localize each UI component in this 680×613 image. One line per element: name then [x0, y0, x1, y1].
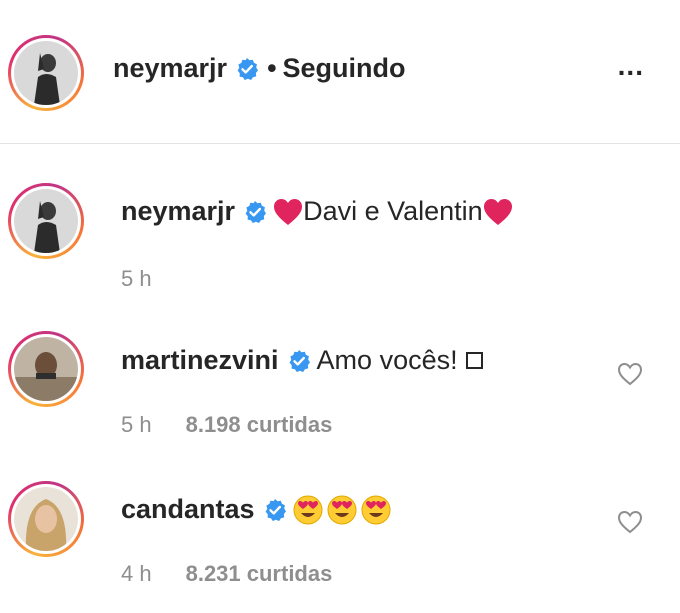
post-header: neymarjr • Seguindo ... [0, 0, 680, 144]
more-options-icon[interactable]: ... [618, 52, 644, 80]
header-avatar[interactable] [8, 35, 84, 111]
heart-eyes-emoji-icon [293, 495, 323, 524]
heart-eyes-emoji-icon [361, 495, 391, 524]
verified-badge-icon [245, 200, 267, 223]
comment-avatar[interactable] [8, 183, 84, 259]
heart-emoji-icon [483, 198, 512, 225]
like-heart-icon[interactable] [617, 362, 643, 386]
comment-time[interactable]: 5 h [121, 412, 152, 437]
comment-likes-count[interactable]: 8.231 curtidas [186, 561, 333, 586]
comment-avatar[interactable] [8, 481, 84, 557]
verified-badge-icon [265, 498, 286, 521]
comment-time[interactable]: 5 h [121, 266, 152, 291]
heart-emoji-icon [274, 198, 303, 225]
comment-username[interactable]: candantas [121, 494, 255, 525]
separator-dot: • [267, 53, 277, 83]
header-username[interactable]: neymarjr [113, 53, 227, 84]
comment-username[interactable]: neymarjr [121, 196, 235, 227]
heart-eyes-emoji-icon [327, 495, 357, 524]
verified-badge-icon [289, 349, 310, 372]
comment-text: Amo vocês! [316, 345, 458, 375]
comment-avatar[interactable] [8, 331, 84, 407]
comment-username[interactable]: martinezvini [121, 345, 279, 376]
comment-time[interactable]: 4 h [121, 561, 152, 586]
missing-glyph-box [465, 352, 483, 369]
following-button[interactable]: Seguindo [283, 53, 406, 84]
like-heart-icon[interactable] [617, 510, 643, 534]
verified-badge-icon [237, 57, 259, 80]
comment-likes-count[interactable]: 8.198 curtidas [186, 412, 333, 437]
comment-text: Davi e Valentin [303, 196, 483, 226]
